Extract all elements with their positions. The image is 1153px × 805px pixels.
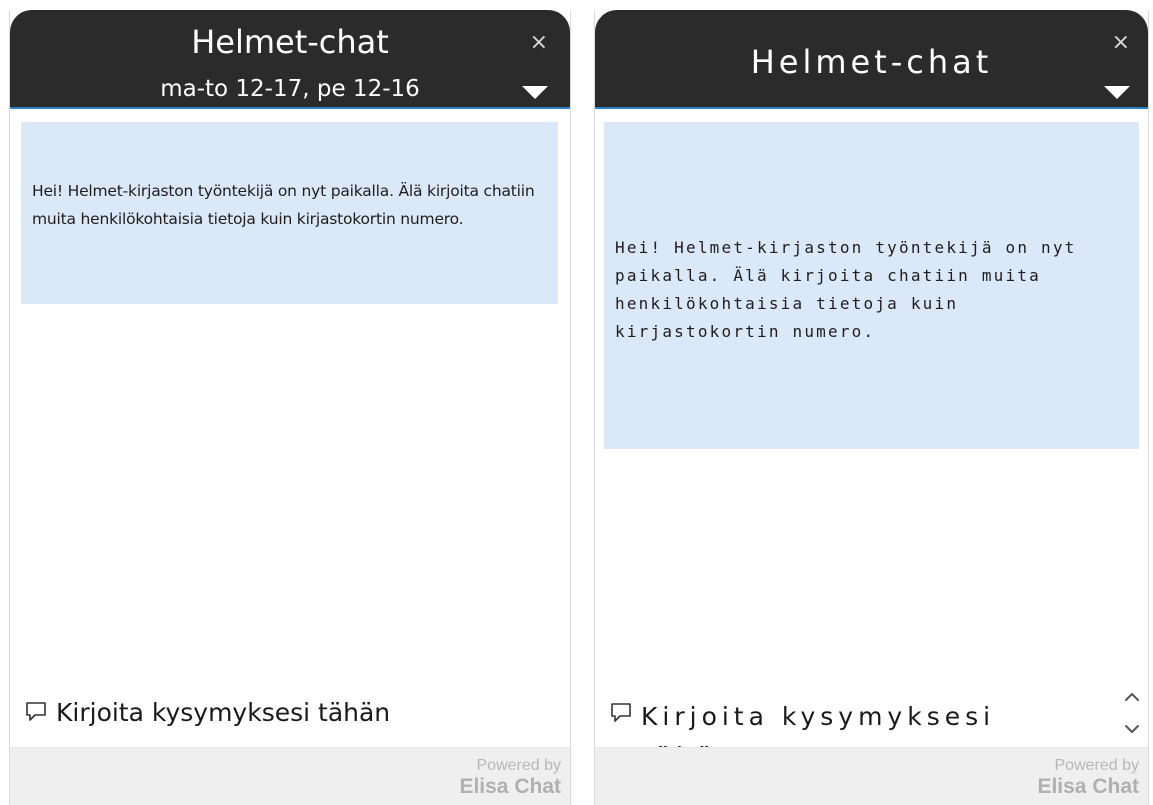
- chat-header: Helmet-chat ×: [595, 10, 1148, 109]
- chat-widget-left: Helmet-chat ma-to 12-17, pe 12-16 × Hei!…: [9, 10, 571, 805]
- opening-hours: ma-to 12-17, pe 12-16: [160, 76, 420, 102]
- powered-by-label: Powered by: [1054, 757, 1140, 774]
- close-icon[interactable]: ×: [1112, 32, 1130, 54]
- welcome-message: Hei! Helmet-kirjaston työntekijä on nyt …: [21, 122, 558, 304]
- close-icon[interactable]: ×: [530, 32, 548, 54]
- triangle-down-icon[interactable]: [1104, 86, 1130, 99]
- welcome-message: Hei! Helmet-kirjaston työntekijä on nyt …: [604, 122, 1139, 449]
- input-scrollbar[interactable]: [1120, 685, 1144, 745]
- message-input[interactable]: Kirjoita kysymyksesi tähän: [24, 677, 530, 747]
- input-area: Kirjoita kysymyksesi tähän: [595, 677, 1148, 747]
- brand-logo-text: Elisa Chat: [1037, 775, 1139, 798]
- chat-header: Helmet-chat ma-to 12-17, pe 12-16 ×: [10, 10, 570, 109]
- message-input[interactable]: Kirjoita kysymyksesi tähän: [609, 677, 1102, 747]
- input-area: Kirjoita kysymyksesi tähän: [10, 677, 570, 747]
- footer: Powered by Elisa Chat: [595, 747, 1148, 805]
- powered-by-label: Powered by: [476, 757, 562, 774]
- powered-by-badge[interactable]: Powered by Elisa Chat: [459, 757, 561, 799]
- chat-title: Helmet-chat: [191, 23, 389, 61]
- brand-logo-text: Elisa Chat: [459, 775, 561, 798]
- message-area: Hei! Helmet-kirjaston työntekijä on nyt …: [595, 109, 1148, 678]
- chevron-up-icon[interactable]: [1120, 685, 1144, 709]
- input-placeholder: Kirjoita kysymyksesi tähän: [56, 697, 391, 727]
- powered-by-badge[interactable]: Powered by Elisa Chat: [1037, 757, 1139, 799]
- chat-widget-right: Helmet-chat × Hei! Helmet-kirjaston työn…: [594, 10, 1149, 805]
- message-area: Hei! Helmet-kirjaston työntekijä on nyt …: [10, 109, 570, 678]
- speech-bubble-icon: [26, 702, 46, 721]
- chevron-down-icon[interactable]: [1120, 717, 1144, 741]
- speech-bubble-icon: [611, 703, 631, 722]
- input-placeholder: Kirjoita kysymyksesi tähän: [641, 702, 996, 747]
- triangle-down-icon[interactable]: [522, 86, 548, 99]
- footer: Powered by Elisa Chat: [10, 747, 570, 805]
- chat-title: Helmet-chat: [750, 43, 993, 81]
